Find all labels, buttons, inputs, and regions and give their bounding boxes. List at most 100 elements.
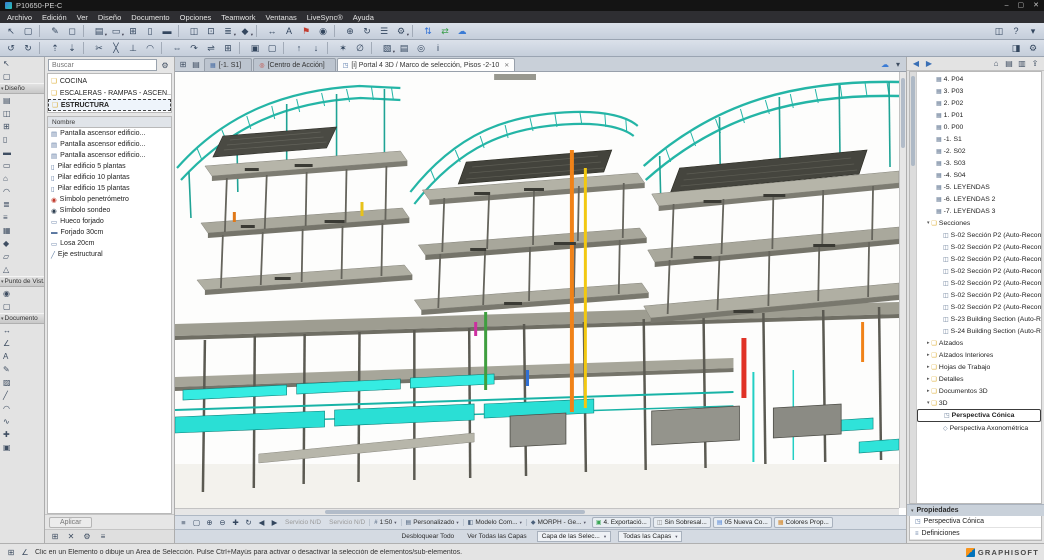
tree-item-section[interactable]: ◫ S-23 Building Section (Auto-Recon... [917, 313, 1041, 325]
favorite-item[interactable]: ▤ Pantalla ascensor edificio... [48, 128, 171, 139]
tab-action-center[interactable]: ◎ [Centro de Acción] [253, 58, 335, 71]
tree-item-story[interactable]: ▦ 1. P01 [917, 109, 1041, 121]
rotate-icon[interactable]: ↷ [186, 41, 202, 55]
favorite-item[interactable]: ▤ Pantalla ascensor edificio... [48, 150, 171, 161]
forward-icon[interactable]: ▶ [923, 58, 935, 70]
scrollbar-thumb[interactable] [911, 76, 915, 166]
arc-tool-icon[interactable]: ◠ [0, 402, 44, 415]
group-icon[interactable]: ▣ [247, 41, 263, 55]
shell-tool-icon[interactable]: ◠ [0, 185, 44, 198]
object-tool-icon[interactable]: ◆ [237, 24, 253, 38]
find-select-icon[interactable]: ◎ [413, 41, 429, 55]
tree-item-section[interactable]: ◫ S-02 Sección P2 (Auto-Reconstrucci... [917, 241, 1041, 253]
pencil-icon[interactable]: ✎ [47, 24, 63, 38]
quick-options-icon[interactable]: ≡ [177, 517, 190, 529]
list-view-icon[interactable]: ≡ [97, 531, 109, 543]
menu-item[interactable]: Edición [37, 13, 72, 22]
hotspot-tool-icon[interactable]: ✚ [0, 428, 44, 441]
marquee-tool-icon[interactable]: ▢ [20, 24, 36, 38]
zone-tool-icon[interactable]: ▱ [0, 250, 44, 263]
palette-settings-icon[interactable]: ⚙ [81, 531, 93, 543]
element-filter-select[interactable]: ◆ MORPH - Ge... [526, 519, 590, 526]
project-map-icon[interactable]: ⌂ [990, 58, 1002, 70]
orbit-icon[interactable]: ↻ [359, 24, 375, 38]
menu-item[interactable]: Opciones [175, 13, 217, 22]
tree-item-story[interactable]: ▦ 2. P02 [917, 97, 1041, 109]
trim-icon[interactable]: ✂ [91, 41, 107, 55]
railing-tool-icon[interactable]: ≡ [0, 211, 44, 224]
column-tool-icon[interactable]: ▯ [0, 133, 44, 146]
tree-scrollbar[interactable] [910, 72, 917, 503]
marquee-tool-icon[interactable]: ▢ [0, 70, 44, 83]
curtain-wall-tool-icon[interactable]: ▦ [0, 224, 44, 237]
tab-overflow-icon[interactable]: ▾ [892, 58, 904, 70]
viewport-horizontal-scrollbar[interactable] [175, 508, 899, 515]
all-layers-select[interactable]: Todas las Capas [618, 531, 682, 542]
text-tool-icon[interactable]: A [0, 350, 44, 363]
view-chip-exportacion[interactable]: ▣ 4. Exportació... [592, 517, 651, 528]
door-tool-icon[interactable]: ◫ [186, 24, 202, 38]
send-backward-icon[interactable]: ↓ [308, 41, 324, 55]
layout-icon[interactable]: ◫ [991, 24, 1007, 38]
menu-item[interactable]: Diseño [93, 13, 126, 22]
tree-item-story[interactable]: ▦ -1. S1 [917, 133, 1041, 145]
tree-item-story[interactable]: ▦ 4. P04 [917, 73, 1041, 85]
column-tool-icon[interactable]: ▯ [142, 24, 158, 38]
multiply-icon[interactable]: ⊞ [220, 41, 236, 55]
snap-grid-icon[interactable]: ⊞ [5, 546, 17, 558]
text-icon[interactable]: A [281, 24, 297, 38]
stair-tool-icon[interactable]: ≣ [220, 24, 236, 38]
folder-escaleras[interactable]: ❑ ESCALERAS - RAMPAS - ASCEN... [48, 87, 171, 99]
layout-book-icon[interactable]: ▥ [1016, 58, 1028, 70]
close-tab-icon[interactable]: ✕ [504, 62, 509, 69]
wall-tool-icon[interactable]: ▤ [91, 24, 107, 38]
spline-tool-icon[interactable]: ∿ [0, 415, 44, 428]
properties-view-row[interactable]: ◳ Perspectiva Cónica [910, 516, 1041, 528]
window-tool-icon[interactable]: ⊞ [0, 120, 44, 133]
tree-item-story[interactable]: ▦ -5. LEYENDAS [917, 181, 1041, 193]
tree-item-section[interactable]: ◫ S-02 Sección P2 (Auto-Reconstrucci... [917, 289, 1041, 301]
menu-item[interactable]: Ver [72, 13, 93, 22]
renovation-filter-icon[interactable]: ▧ [379, 41, 395, 55]
minimize-button[interactable]: – [1005, 2, 1009, 9]
search-input[interactable] [48, 59, 157, 71]
mirror-icon[interactable]: ⇌ [203, 41, 219, 55]
wall-tool-icon[interactable]: ▤ [0, 94, 44, 107]
dimension-tool-icon[interactable]: ↔ [0, 324, 44, 337]
roof-tool-icon[interactable]: ⌂ [0, 172, 44, 185]
tree-item-story[interactable]: ▦ -4. S04 [917, 169, 1041, 181]
zoom-out-icon[interactable]: ⊖ [216, 517, 229, 529]
bring-forward-icon[interactable]: ↑ [291, 41, 307, 55]
tree-folder-alzados-interiores[interactable]: ▸ ❑ Alzados Interiores [917, 349, 1041, 361]
teamwork-cloud-icon[interactable]: ☁ [879, 58, 891, 70]
figure-tool-icon[interactable]: ▣ [0, 441, 44, 454]
back-icon[interactable]: ◀ [910, 58, 922, 70]
favorite-item[interactable]: ▭ Hueco forjado [48, 216, 171, 227]
selection-layer-select[interactable]: Capa de las Selec... [537, 531, 611, 542]
favorite-item[interactable]: ▤ Pantalla ascensor edificio... [48, 139, 171, 150]
view-map-icon[interactable]: ▤ [1003, 58, 1015, 70]
tree-item-story[interactable]: ▦ -3. S03 [917, 157, 1041, 169]
apply-button[interactable]: Aplicar [49, 517, 92, 528]
layer-combination-select[interactable]: ▤ Personalizado [401, 519, 463, 526]
favorite-item[interactable]: ◉ Símbolo sondeo [48, 205, 171, 216]
slab-tool-icon[interactable]: ▭ [0, 159, 44, 172]
fill-tool-icon[interactable]: ▨ [0, 376, 44, 389]
camera-icon[interactable]: ◉ [315, 24, 331, 38]
tree-item-story[interactable]: ▦ 0. P00 [917, 121, 1041, 133]
morph-tool-icon[interactable]: △ [0, 263, 44, 276]
inject-parameters-icon[interactable]: ⇣ [64, 41, 80, 55]
tree-expander-icon[interactable]: ▸ [927, 352, 930, 358]
element-info-icon[interactable]: i [430, 41, 446, 55]
suspend-groups-icon[interactable]: ∅ [352, 41, 368, 55]
scale-select[interactable]: # 1:50 [369, 519, 400, 526]
pop-navigator-icon[interactable]: ⊞ [177, 58, 189, 70]
door-tool-icon[interactable]: ◫ [0, 107, 44, 120]
tree-item-section[interactable]: ◫ S-02 Sección P2 (Auto-Reconstrucci... [917, 301, 1041, 313]
slab-tool-icon[interactable]: ▭ [108, 24, 124, 38]
tree-item-view[interactable]: ◳ Perspectiva Cónica [917, 409, 1041, 422]
tree-item-section[interactable]: ◫ S-02 Sección P2 (Auto-Reconstrucci... [917, 229, 1041, 241]
scrollbar-thumb[interactable] [901, 78, 905, 148]
folder-cocina[interactable]: ❑ COCINA [48, 75, 171, 87]
quick-layers-icon[interactable]: ▤ [396, 41, 412, 55]
